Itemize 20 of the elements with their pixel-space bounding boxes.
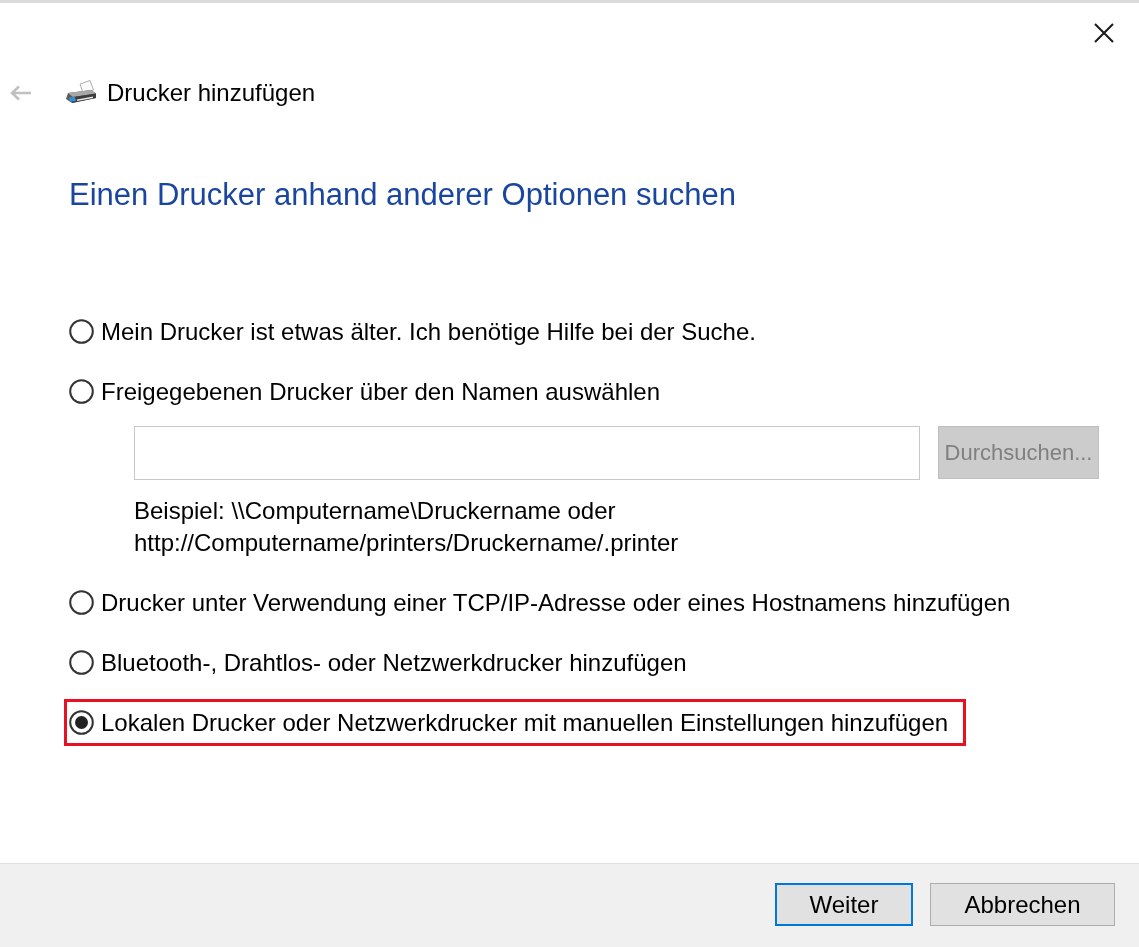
footer-button[interactable]: Abbrechen (930, 883, 1115, 926)
option-label[interactable]: Freigegebenen Drucker über den Namen auswählen (101, 377, 660, 406)
radio-button[interactable] (69, 710, 94, 735)
radio-button[interactable] (69, 590, 94, 615)
option-label[interactable]: Drucker unter Verwendung einer TCP/IP-Adresse oder eines Hostnamens hinzufügen (101, 588, 1011, 617)
close-button[interactable] (1094, 23, 1114, 43)
radio-button[interactable] (69, 319, 94, 344)
option-label[interactable]: Bluetooth-, Drahtlos- oder Netzwerkdrucker hinzufügen (101, 648, 687, 677)
close-icon (1094, 23, 1114, 43)
back-arrow-icon (10, 85, 32, 101)
example-text: Beispiel: \\Computername\Druckername oder http://Computername/printers/Druckername/.printer (134, 496, 680, 558)
window-title: Drucker hinzufügen (107, 79, 316, 107)
option-label[interactable]: Lokalen Drucker oder Netzwerkdrucker mit manuellen Einstellungen hinzufügen (101, 708, 949, 737)
page-heading: Einen Drucker anhand anderer Optionen suchen (69, 177, 736, 213)
radio-button[interactable] (69, 379, 94, 404)
footer-button[interactable]: Weiter (775, 883, 913, 926)
radio-button[interactable] (69, 650, 94, 675)
printer-icon (65, 80, 97, 106)
printer-name-field[interactable] (134, 426, 920, 480)
option-label[interactable]: Mein Drucker ist etwas älter. Ich benötige Hilfe bei der Suche. (101, 317, 756, 346)
